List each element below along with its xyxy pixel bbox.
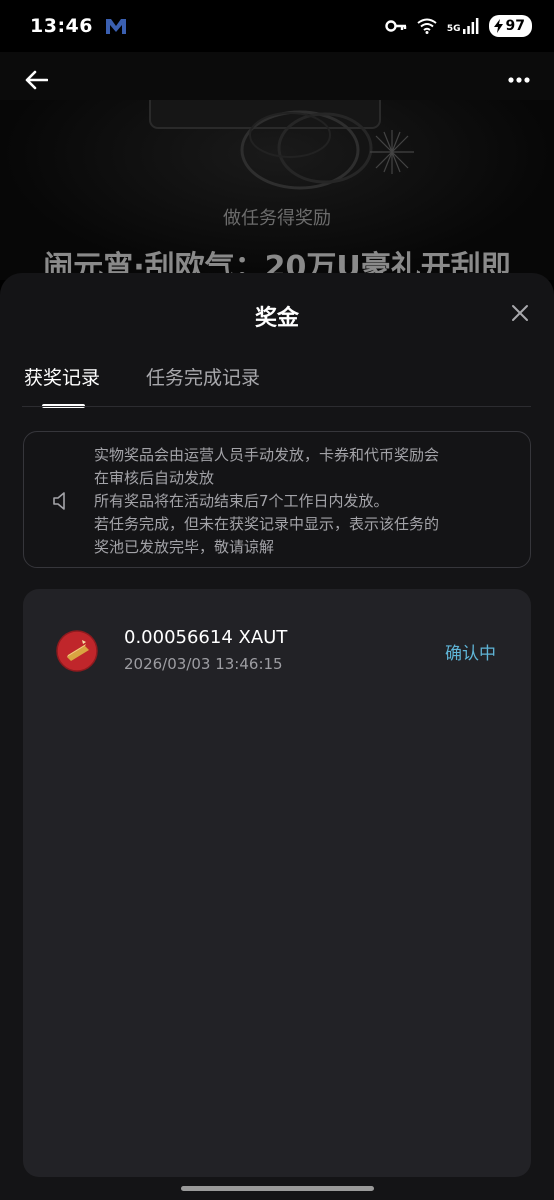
tab-award-records[interactable]: 获奖记录 — [24, 363, 100, 390]
more-options-icon[interactable] — [508, 77, 530, 83]
status-bar: 13:46 5G 97 — [0, 0, 554, 52]
hero-banner: 做任务得奖励 闹元宵·刮欧气：20万U豪礼开刮即 — [0, 100, 554, 280]
close-icon[interactable] — [510, 303, 530, 323]
record-timestamp: 2026/03/03 13:46:15 — [124, 655, 283, 673]
status-left: 13:46 — [30, 15, 127, 37]
cell-signal: 5G — [447, 18, 479, 34]
wifi-icon — [417, 18, 437, 34]
notice-line: 实物奖品会由运营人员手动发放，卡券和代币奖励会 — [94, 446, 440, 464]
records-card: 0.00056614 XAUT 2026/03/03 13:46:15 确认中 — [23, 589, 531, 1177]
battery-indicator: 97 — [488, 15, 532, 37]
notice-line: 所有奖品将在活动结束后7个工作日内发放。 — [94, 492, 389, 510]
hero-prize-graphic — [149, 100, 414, 190]
battery-level: 97 — [505, 18, 525, 34]
notice-box: 实物奖品会由运营人员手动发放，卡券和代币奖励会 在审核后自动发放 所有奖品将在活… — [23, 431, 531, 568]
home-indicator[interactable] — [181, 1186, 374, 1191]
back-arrow-icon[interactable] — [24, 70, 48, 90]
status-right: 5G 97 — [385, 15, 532, 37]
network-label: 5G — [446, 24, 461, 34]
status-time: 13:46 — [30, 15, 93, 37]
app-m-icon — [105, 19, 126, 34]
tab-task-records[interactable]: 任务完成记录 — [146, 363, 260, 390]
sheet-title: 奖金 — [254, 306, 299, 331]
notice-line: 若任务完成，但未在获奖记录中显示，表示该任务的 — [94, 515, 440, 533]
record-row[interactable]: 0.00056614 XAUT 2026/03/03 13:46:15 确认中 — [23, 623, 531, 683]
rewards-sheet: 奖金 获奖记录 任务完成记录 实物奖品会由运营人员手动发放，卡券和代币奖励会 在… — [0, 273, 554, 1200]
notice-text: 实物奖品会由运营人员手动发放，卡券和代币奖励会 在审核后自动发放 所有奖品将在活… — [94, 444, 514, 559]
speaker-icon — [53, 492, 65, 510]
charging-bolt-icon — [493, 19, 503, 33]
gold-coin-icon — [56, 630, 98, 672]
key-icon — [385, 20, 407, 32]
tab-bar: 获奖记录 任务完成记录 — [24, 363, 260, 390]
record-amount: 0.00056614 XAUT — [124, 627, 288, 648]
hero-subtitle: 做任务得奖励 — [223, 208, 331, 229]
notice-line: 奖池已发放完毕，敬请谅解 — [94, 538, 275, 556]
record-status-badge: 确认中 — [445, 644, 496, 664]
tab-divider — [22, 406, 531, 407]
notice-line: 在审核后自动发放 — [94, 469, 215, 487]
signal-icon — [462, 18, 478, 34]
